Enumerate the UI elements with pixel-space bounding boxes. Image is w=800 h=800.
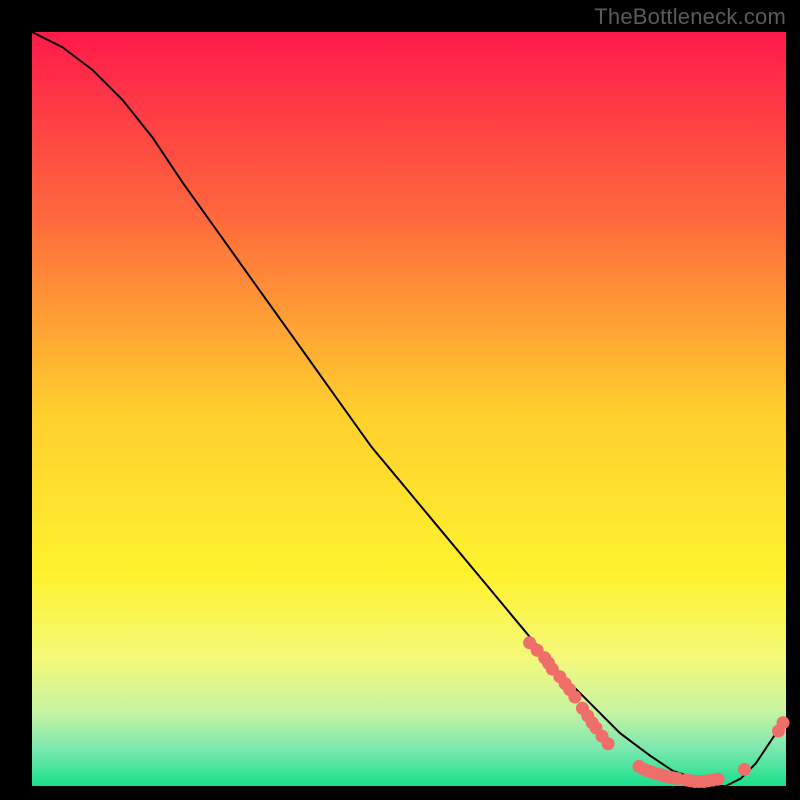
data-point <box>777 716 790 729</box>
data-point <box>568 691 581 704</box>
data-point <box>738 763 751 776</box>
data-point <box>712 773 725 786</box>
chart-frame: { "watermark": "TheBottleneck.com", "cha… <box>0 0 800 800</box>
bottleneck-chart <box>0 0 800 800</box>
data-point <box>602 737 615 750</box>
plot-background <box>32 32 786 786</box>
